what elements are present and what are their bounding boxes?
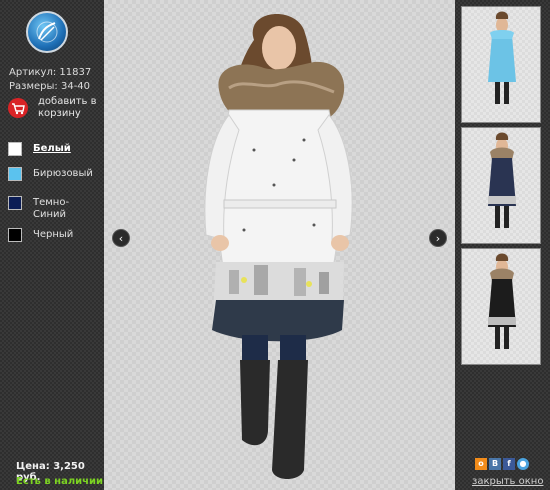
black-coat-image	[488, 253, 516, 349]
thumbnail-turquoise-coat[interactable]	[461, 6, 541, 123]
brand-logo[interactable]	[26, 11, 68, 53]
color-swatch	[8, 228, 22, 242]
social-share-bar: о Вf ●	[475, 458, 531, 472]
color-swatch	[8, 167, 22, 181]
close-window-link[interactable]: закрыть окно	[472, 476, 543, 487]
color-swatch	[8, 142, 22, 156]
vkontakte-icon[interactable]: В	[489, 458, 501, 470]
article-number: Артикул: 11837	[9, 67, 92, 78]
logo-mark-icon	[36, 21, 58, 43]
thumbnail-strip	[455, 0, 550, 490]
main-product-image: ‹ ›	[104, 0, 455, 490]
cart-icon	[8, 98, 28, 118]
add-to-cart-button[interactable]: добавить в корзину	[8, 96, 98, 122]
color-label: Бирюзовый	[33, 168, 93, 179]
add-to-cart-label: добавить в корзину	[38, 96, 97, 119]
odnoklassniki-icon[interactable]: о	[475, 458, 487, 470]
next-image-button[interactable]: ›	[429, 229, 447, 247]
facebook-icon[interactable]: f	[503, 458, 515, 470]
color-label: Темно-Синий	[33, 197, 70, 220]
share-icon[interactable]: ●	[517, 458, 529, 470]
color-label: Черный	[33, 229, 74, 240]
turquoise-coat-image	[488, 11, 516, 104]
thumbnail-navy-coat[interactable]	[461, 127, 541, 244]
previous-image-button[interactable]: ‹	[112, 229, 130, 247]
navy-coat-image	[488, 132, 516, 228]
sidebar: Артикул: 11837 Размеры: 34-40 добавить в…	[0, 0, 104, 490]
color-swatch	[8, 196, 22, 210]
thumbnail-black-coat[interactable]	[461, 248, 541, 365]
color-label: Белый	[33, 143, 71, 154]
girl-in-white-coat-illustration	[204, 13, 353, 479]
stock-status: Есть в наличии	[16, 476, 104, 487]
size-range: Размеры: 34-40	[9, 81, 91, 92]
